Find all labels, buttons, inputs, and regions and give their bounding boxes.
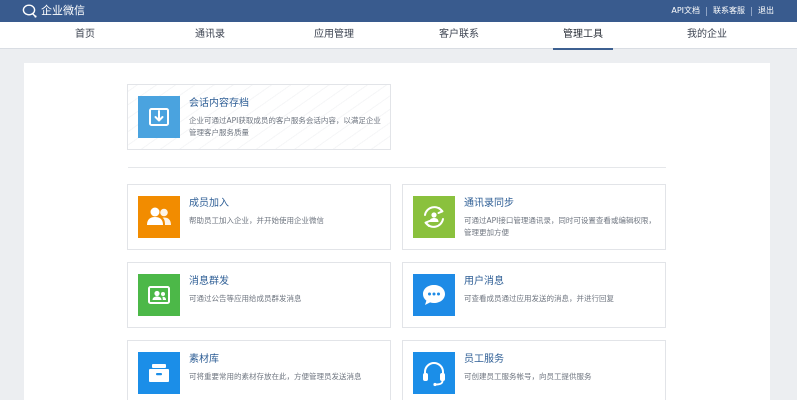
top-links: API文档 联系客服 退出	[671, 5, 774, 17]
tool-description: 帮助员工加入企业，并开始使用企业微信	[189, 216, 324, 225]
logo-text: 企业微信	[41, 4, 85, 17]
active-tab-indicator	[553, 48, 613, 50]
top-bar: 企业微信 API文档 联系客服 退出	[0, 0, 797, 22]
wework-logo-icon	[22, 4, 37, 18]
logout-link[interactable]: 退出	[758, 5, 774, 17]
tool-card-session-archive[interactable]: 会话内容存档 企业可通过API获取成员的客户服务会话内容，以满足企业管理客户服务…	[127, 84, 391, 150]
tool-description: 企业可通过API获取成员的客户服务会话内容，以满足企业管理客户服务质量	[189, 116, 381, 137]
nav-item-contacts[interactable]: 通讯录	[180, 22, 240, 49]
tool-title: 通讯录同步	[464, 198, 514, 209]
members-icon	[138, 196, 180, 238]
contact-support-link[interactable]: 联系客服	[713, 5, 745, 17]
tool-card-user-messages[interactable]: 用户消息 可查看成员通过应用发送的消息，并进行回复	[402, 262, 666, 328]
main-nav: 首页 通讯录 应用管理 客户联系 管理工具 我的企业	[0, 22, 797, 50]
nav-item-label: 应用管理	[314, 29, 354, 40]
tool-card-employee-service[interactable]: 员工服务 可创建员工服务帐号，向员工提供服务	[402, 340, 666, 400]
tool-description: 可通过公告等应用给成员群发消息	[189, 294, 302, 303]
link-separator	[706, 6, 707, 16]
chat-bubble-icon	[413, 274, 455, 316]
sync-icon	[413, 196, 455, 238]
nav-item-label: 首页	[75, 29, 95, 40]
nav-item-my-company[interactable]: 我的企业	[677, 22, 737, 49]
tool-description: 可通过API接口管理通讯录，同时可设置查看或编辑权限，管理更加方便	[464, 216, 656, 237]
section-divider	[128, 167, 666, 168]
nav-item-label: 我的企业	[687, 29, 727, 40]
tool-card-material-library[interactable]: 素材库 可将重要常用的素材存放在此，方便管理员发送消息	[127, 340, 391, 400]
tool-card-contacts-sync[interactable]: 通讯录同步 可通过API接口管理通讯录，同时可设置查看或编辑权限，管理更加方便	[402, 184, 666, 250]
tool-card-member-join[interactable]: 成员加入 帮助员工加入企业，并开始使用企业微信	[127, 184, 391, 250]
tool-description: 可创建员工服务帐号，向员工提供服务	[464, 372, 592, 381]
headset-icon	[413, 352, 455, 394]
api-docs-link[interactable]: API文档	[671, 5, 700, 17]
nav-item-label: 管理工具	[563, 29, 603, 40]
tool-title: 会话内容存档	[189, 98, 249, 109]
broadcast-icon	[138, 274, 180, 316]
nav-item-label: 通讯录	[195, 29, 225, 40]
tool-description: 可将重要常用的素材存放在此，方便管理员发送消息	[189, 372, 362, 381]
material-box-icon	[138, 352, 180, 394]
tool-title: 用户消息	[464, 276, 504, 287]
link-separator	[751, 6, 752, 16]
nav-item-label: 客户联系	[439, 29, 479, 40]
nav-item-apps[interactable]: 应用管理	[304, 22, 364, 49]
nav-item-customers[interactable]: 客户联系	[429, 22, 489, 49]
tool-title: 消息群发	[189, 276, 229, 287]
tool-description: 可查看成员通过应用发送的消息，并进行回复	[464, 294, 614, 303]
logo[interactable]: 企业微信	[22, 3, 85, 19]
nav-item-tools[interactable]: 管理工具	[553, 22, 613, 50]
tool-card-broadcast[interactable]: 消息群发 可通过公告等应用给成员群发消息	[127, 262, 391, 328]
tool-title: 员工服务	[464, 354, 504, 365]
tool-title: 成员加入	[189, 198, 229, 209]
archive-download-icon	[138, 96, 180, 138]
nav-item-home[interactable]: 首页	[55, 22, 115, 49]
tool-title: 素材库	[189, 354, 219, 365]
